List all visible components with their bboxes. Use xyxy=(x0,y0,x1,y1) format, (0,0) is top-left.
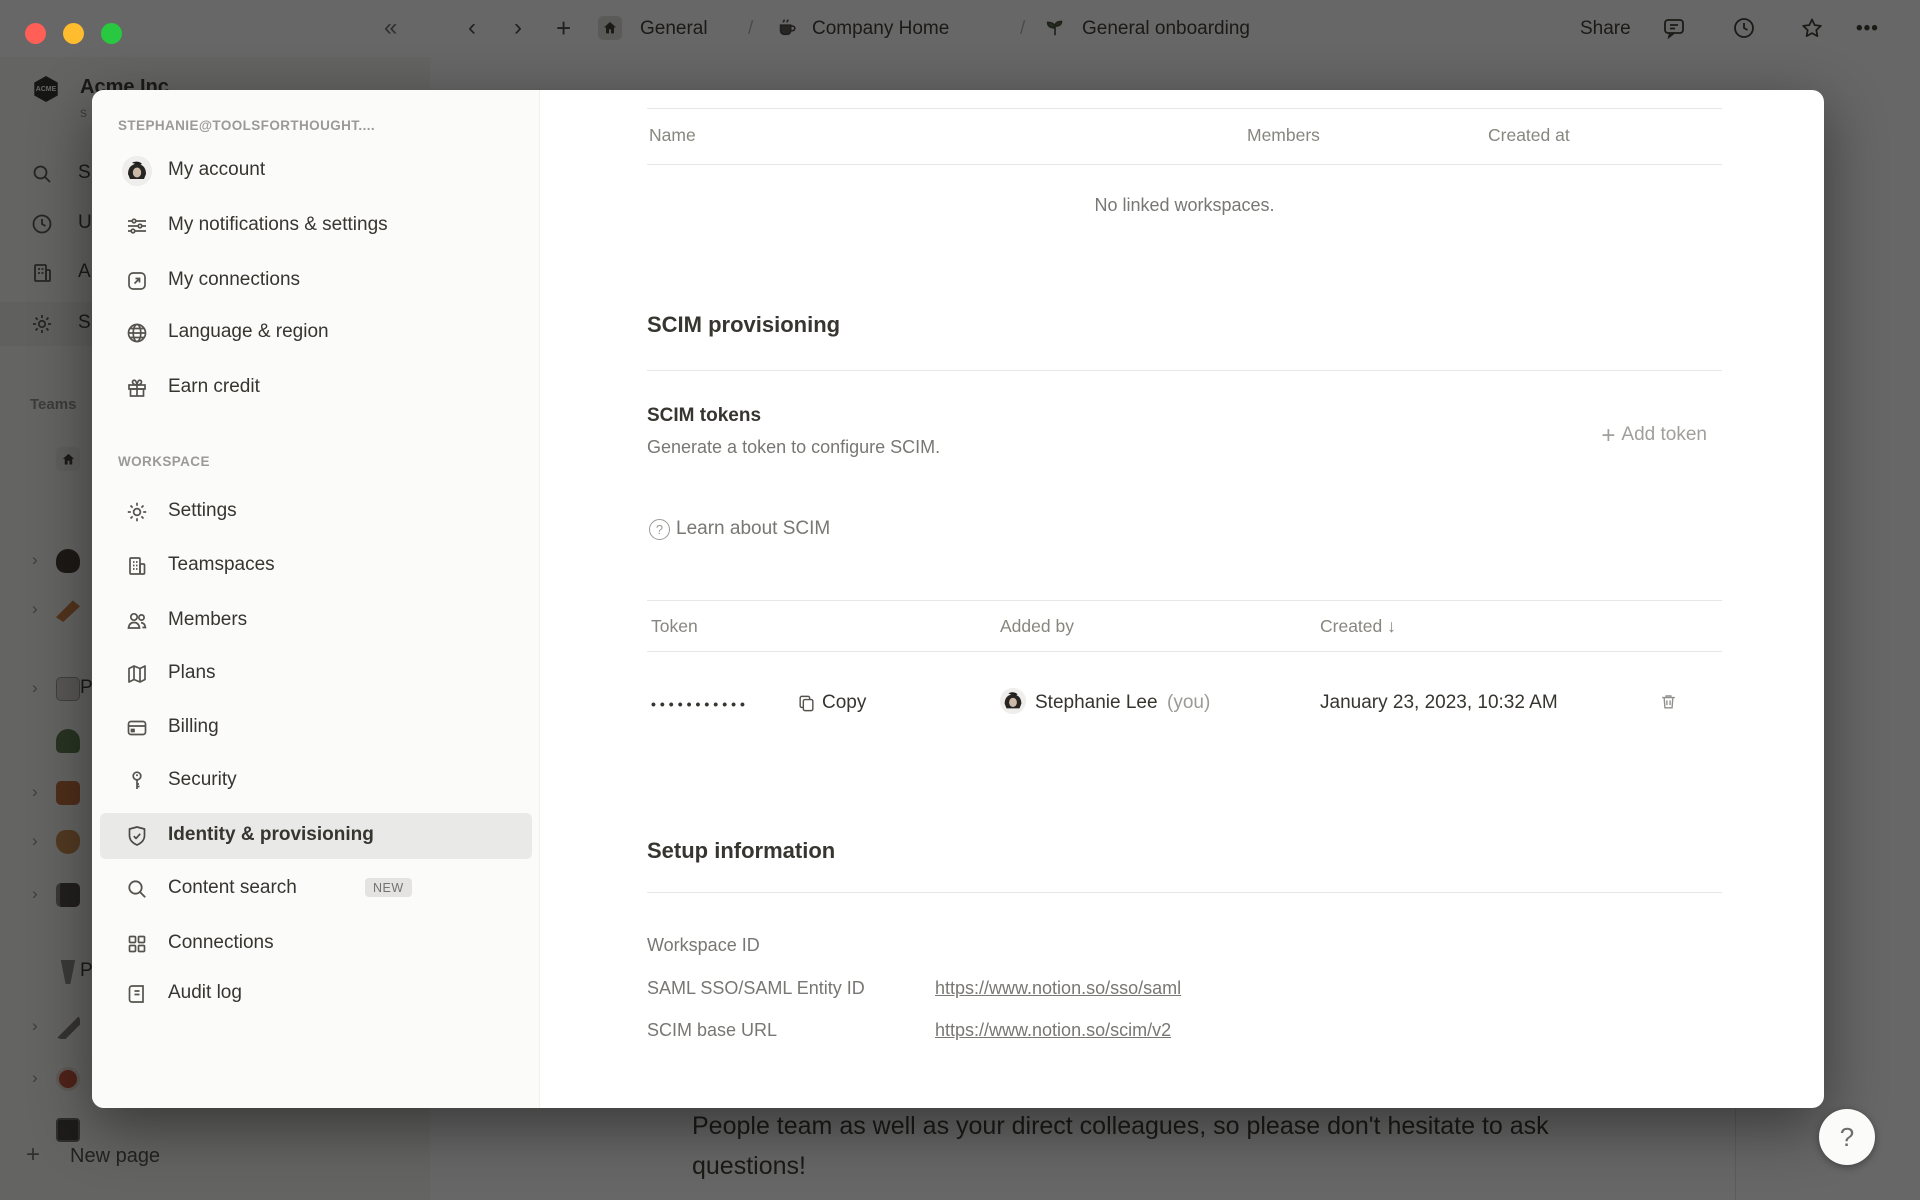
sidebar-item-audit-log[interactable]: Audit log xyxy=(100,971,532,1017)
created-date: January 23, 2023, 10:32 AM xyxy=(1320,692,1558,714)
scim-base-url-link[interactable]: https://www.notion.so/scim/v2 xyxy=(935,1020,1171,1041)
sidebar-item-plans[interactable]: Plans xyxy=(100,651,532,697)
sidebar-item-teamspaces[interactable]: Teamspaces xyxy=(100,543,532,589)
grid-icon xyxy=(125,932,149,956)
map-icon xyxy=(125,662,149,686)
sidebar-item-settings[interactable]: Settings xyxy=(100,489,532,535)
globe-icon xyxy=(125,321,149,345)
workspace-section-header: WORKSPACE xyxy=(118,454,210,469)
settings-sidebar: STEPHANIE@TOOLSFORTHOUGHT.... My account… xyxy=(92,90,540,1108)
copy-token-button[interactable]: Copy xyxy=(797,692,866,714)
search-icon xyxy=(125,877,149,901)
column-header-created[interactable]: Created ↓ xyxy=(1320,616,1396,637)
building-icon xyxy=(125,554,149,578)
sidebar-item-members[interactable]: Members xyxy=(100,598,532,644)
scim-provisioning-heading: SCIM provisioning xyxy=(647,312,840,338)
settings-modal: STEPHANIE@TOOLSFORTHOUGHT.... My account… xyxy=(92,90,1824,1108)
account-email-header: STEPHANIE@TOOLSFORTHOUGHT.... xyxy=(118,118,375,133)
scim-tokens-description: Generate a token to configure SCIM. xyxy=(647,437,940,458)
minimize-window-button[interactable] xyxy=(63,23,84,44)
plus-icon: + xyxy=(1601,426,1615,445)
column-header-added-by: Added by xyxy=(1000,616,1074,637)
close-window-button[interactable] xyxy=(25,23,46,44)
column-header-token: Token xyxy=(651,616,698,637)
saml-entity-id-link[interactable]: https://www.notion.so/sso/saml xyxy=(935,978,1181,999)
sidebar-item-billing[interactable]: Billing xyxy=(100,705,532,751)
delete-token-button[interactable] xyxy=(1659,692,1678,716)
sidebar-item-content-search[interactable]: Content search NEW xyxy=(100,866,532,912)
settings-content: Name Members Created at No linked worksp… xyxy=(647,90,1722,1108)
sidebar-item-my-connections[interactable]: My connections xyxy=(100,258,532,304)
members-icon xyxy=(125,609,149,633)
section-divider xyxy=(647,892,1722,893)
empty-state-text: No linked workspaces. xyxy=(647,195,1722,216)
table-border xyxy=(647,108,1722,109)
added-by-name: Stephanie Lee xyxy=(1035,692,1158,714)
scim-base-url-label: SCIM base URL xyxy=(647,1020,777,1041)
masked-token: ••••••••••• xyxy=(651,696,749,712)
column-header-name: Name xyxy=(649,125,696,146)
app-window: ACME Acme Inc s S U A S Teams xyxy=(0,0,1920,1200)
new-badge: NEW xyxy=(365,878,412,897)
sidebar-item-identity-provisioning[interactable]: Identity & provisioning xyxy=(100,813,532,859)
zoom-window-button[interactable] xyxy=(101,23,122,44)
sidebar-item-connections[interactable]: Connections xyxy=(100,921,532,967)
sidebar-item-language-region[interactable]: Language & region xyxy=(100,310,532,356)
workspace-id-label: Workspace ID xyxy=(647,935,760,956)
table-border xyxy=(647,600,1722,601)
audit-doc-icon xyxy=(125,982,149,1006)
add-token-button[interactable]: + Add token xyxy=(1601,424,1707,446)
sidebar-item-earn-credit[interactable]: Earn credit xyxy=(100,365,532,411)
credit-card-icon xyxy=(125,716,149,740)
copy-icon xyxy=(797,694,816,713)
user-avatar xyxy=(123,157,151,185)
question-circle-icon: ? xyxy=(649,519,670,540)
arrow-box-icon xyxy=(125,269,149,293)
gear-icon xyxy=(125,500,149,524)
column-header-created-at: Created at xyxy=(1488,125,1570,146)
section-divider xyxy=(647,370,1722,371)
sliders-icon xyxy=(125,214,149,238)
gift-icon xyxy=(125,376,149,400)
user-avatar xyxy=(1000,688,1026,714)
trash-icon xyxy=(1659,692,1678,711)
column-header-members: Members xyxy=(1247,125,1320,146)
table-border xyxy=(647,651,1722,652)
table-border xyxy=(647,164,1722,165)
setup-information-heading: Setup information xyxy=(647,838,835,864)
sidebar-item-security[interactable]: Security xyxy=(100,758,532,804)
added-by-you-suffix: (you) xyxy=(1167,692,1210,714)
help-button[interactable]: ? xyxy=(1819,1109,1875,1165)
learn-about-scim-link[interactable]: ? Learn about SCIM xyxy=(649,518,830,540)
key-icon xyxy=(125,769,149,793)
sidebar-item-my-account[interactable]: My account xyxy=(100,148,532,194)
saml-entity-id-label: SAML SSO/SAML Entity ID xyxy=(647,978,865,999)
scim-tokens-title: SCIM tokens xyxy=(647,405,761,427)
sidebar-item-notifications[interactable]: My notifications & settings xyxy=(100,203,532,249)
shield-check-icon xyxy=(125,824,149,848)
